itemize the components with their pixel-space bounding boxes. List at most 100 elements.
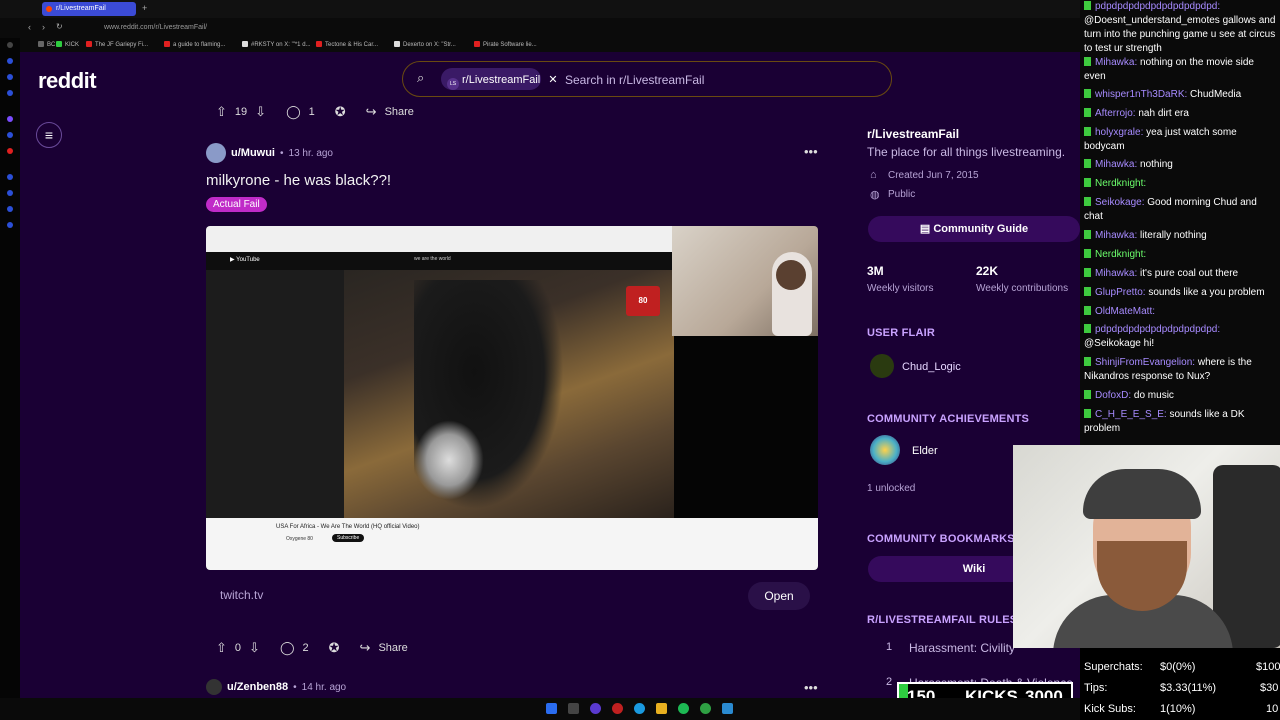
chat-username[interactable]: Nerdknight: (1095, 249, 1146, 260)
chat-text: do music (1133, 390, 1174, 401)
chat-text: nothing (1140, 159, 1173, 170)
rule-item[interactable]: Harassment: Civility (909, 641, 1015, 655)
post-flair[interactable]: Actual Fail (206, 197, 267, 212)
post-author[interactable]: u/Zenben88 (227, 681, 288, 693)
downvote-icon[interactable]: ⇩ (249, 640, 260, 656)
comment-count: 1 (308, 106, 315, 118)
chat-username[interactable]: Mihawka: (1095, 268, 1137, 279)
tab-livestreamfail[interactable]: r/LivestreamFail (42, 2, 136, 16)
globe-icon: ◍ (870, 189, 880, 201)
windows-start-icon[interactable] (546, 703, 557, 714)
telegram-icon[interactable] (722, 703, 733, 714)
post-title[interactable]: milkyrone - he was black??! (206, 172, 391, 189)
chat-badge-icon (1084, 324, 1091, 333)
user-flair-heading: USER FLAIR (867, 327, 935, 339)
chat-text: @Seikokage hi! (1084, 338, 1155, 349)
spotify-icon[interactable] (678, 703, 689, 714)
open-button[interactable]: Open (748, 582, 810, 610)
unlocked-count[interactable]: 1 unlocked (867, 483, 915, 494)
post-media[interactable]: ▶ YouTube we are the world 80 USA For Af… (206, 226, 818, 570)
subreddit-chip[interactable]: LS r/LivestreamFail ✕ (441, 68, 558, 90)
next-post-meta: u/Zenben88 • 14 hr. ago (206, 679, 346, 695)
bookmark-item[interactable]: a guide to flaming... (164, 41, 225, 48)
upvote-icon[interactable]: ⇧ (216, 640, 227, 656)
new-tab-button[interactable]: + (142, 3, 147, 13)
bookmark-item[interactable]: KICK (56, 41, 79, 48)
share-button[interactable]: ↪ Share (356, 99, 424, 125)
bookmark-item[interactable]: #RKSTY on X: "'*1 d... (242, 41, 311, 48)
chat-username[interactable]: holyxgrale: (1095, 127, 1143, 138)
bookmark-item[interactable]: Dexerto on X: "Str... (394, 41, 456, 48)
chat-username[interactable]: Mihawka: (1095, 230, 1137, 241)
downvote-icon[interactable]: ⇩ (255, 104, 266, 120)
visibility: Public (888, 189, 916, 200)
avatar[interactable] (206, 143, 226, 163)
chat-username[interactable]: Nerdknight: (1095, 178, 1146, 189)
comments-button[interactable]: ◯ 2 (270, 635, 319, 661)
chat-text: literally nothing (1140, 230, 1207, 241)
community-name[interactable]: r/LivestreamFail (867, 127, 959, 141)
chat-username[interactable]: pdpdpdpdpdpdpdpdpdpdpd: (1095, 324, 1220, 335)
community-guide-button[interactable]: ▤ Community Guide (868, 216, 1080, 242)
bookmark-item[interactable]: The JF Gariepy Fi... (86, 41, 148, 48)
vote-control: ⇧ 0 ⇩ (206, 635, 270, 661)
browser-icon[interactable] (634, 703, 645, 714)
reddit-logo[interactable]: reddit (38, 68, 97, 94)
post-age: 14 hr. ago (301, 681, 347, 693)
xbox-icon[interactable] (700, 703, 711, 714)
kick-subs-goal: 10 (1266, 703, 1279, 715)
search-input[interactable]: Search in r/LivestreamFail (565, 73, 704, 87)
menu-icon[interactable]: ≡ (36, 122, 62, 148)
chat-badge-icon (1084, 287, 1091, 296)
search-icon[interactable] (568, 703, 579, 714)
chat-message: Mihawka: nothing on the movie side even (1084, 56, 1278, 84)
chat-username[interactable]: Mihawka: (1095, 57, 1137, 68)
chat-username[interactable]: OldMateMatt: (1095, 306, 1155, 317)
youtube-logo: ▶ YouTube (230, 257, 260, 263)
award-button[interactable]: ✪ (325, 99, 356, 125)
chat-username[interactable]: pdpdpdpdpdpdpdpdpdpdpd: (1095, 1, 1220, 12)
folder-icon[interactable] (656, 703, 667, 714)
more-icon[interactable]: ••• (804, 144, 818, 159)
forward-icon[interactable]: › (42, 22, 45, 32)
upvote-icon[interactable]: ⇧ (216, 104, 227, 120)
chat-username[interactable]: Mihawka: (1095, 159, 1137, 170)
bookmark-item[interactable]: BC (38, 41, 55, 48)
chat-username[interactable]: Afterrojo: (1095, 108, 1136, 119)
post-author[interactable]: u/Muwui (231, 147, 275, 159)
award-icon: ✪ (328, 640, 340, 655)
comments-button[interactable]: ◯ 1 (276, 99, 325, 125)
back-icon[interactable]: ‹ (28, 22, 31, 32)
community-description: The place for all things livestreaming. (867, 145, 1066, 159)
more-icon[interactable]: ••• (804, 680, 818, 695)
superchats-row: Superchats: $0(0%) $100 (1084, 661, 1280, 673)
tips-label: Tips: (1084, 682, 1108, 694)
chat-username[interactable]: Seikokage: (1095, 197, 1144, 208)
superchats-label: Superchats: (1084, 661, 1143, 673)
app-icon[interactable] (590, 703, 601, 714)
achievement-name: Elder (912, 445, 938, 457)
prev-post-actions: ⇧ 19 ⇩ ◯ 1 ✪ ↪ Share (206, 99, 424, 125)
bookmark-item[interactable]: Tectone & His Car... (316, 41, 378, 48)
app-icon[interactable] (612, 703, 623, 714)
user-flair-name[interactable]: Chud_Logic (902, 361, 961, 373)
chat-username[interactable]: DofoxD: (1095, 390, 1131, 401)
chat-username[interactable]: C_H_E_E_S_E: (1095, 409, 1167, 420)
chat-username[interactable]: GlupPretto: (1095, 287, 1146, 298)
rules-heading: R/LIVESTREAMFAIL RULES (867, 614, 1018, 626)
avatar[interactable] (206, 679, 222, 695)
chat-message: DofoxD: do music (1084, 389, 1278, 403)
url-field[interactable]: www.reddit.com/r/LivestreamFail/ (104, 24, 207, 31)
link-domain[interactable]: twitch.tv (220, 588, 263, 602)
chat-username[interactable]: ShinjiFromEvangelion: (1095, 357, 1195, 368)
close-icon[interactable]: ✕ (548, 74, 557, 86)
chat-message: Mihawka: it's pure coal out there (1084, 267, 1278, 281)
video-title: USA For Africa - We Are The World (HQ of… (276, 524, 420, 530)
chat-username[interactable]: whisper1nTh3DaRK: (1095, 89, 1187, 100)
reload-icon[interactable]: ↻ (56, 22, 63, 31)
share-button[interactable]: ↪ Share (350, 635, 418, 661)
achievement-badge-icon[interactable] (870, 435, 900, 465)
bookmark-item[interactable]: Pirate Software lie... (474, 41, 537, 48)
search-bar[interactable]: ⌕ LS r/LivestreamFail ✕ Search in r/Lives… (402, 61, 892, 97)
award-button[interactable]: ✪ (319, 635, 350, 661)
